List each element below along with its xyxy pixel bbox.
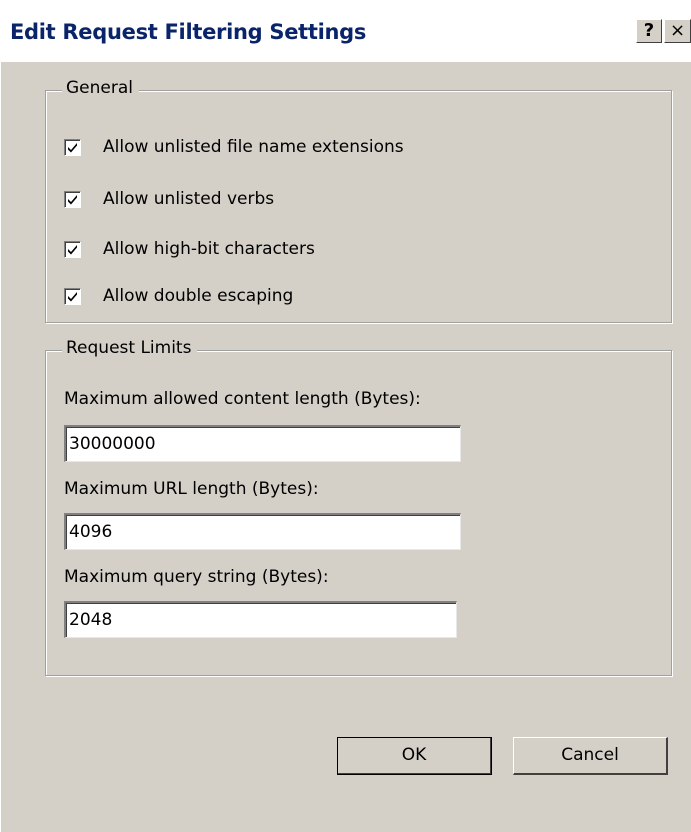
checkmark-icon	[68, 194, 77, 204]
allow-unlisted-extensions-label: Allow unlisted file name extensions	[103, 137, 404, 157]
general-group-legend: General	[62, 78, 139, 98]
checkmark-icon	[68, 244, 77, 254]
checkmark-icon	[68, 142, 77, 152]
max-query-string-label: Maximum query string (Bytes):	[64, 567, 329, 587]
allow-unlisted-verbs-checkbox[interactable]	[64, 190, 81, 208]
close-button[interactable]: ×	[664, 19, 691, 43]
allow-unlisted-verbs-label: Allow unlisted verbs	[103, 189, 275, 209]
general-group: General Allow unlisted file name extensi…	[45, 78, 672, 323]
edit-request-filtering-dialog: Edit Request Filtering Settings ? × Gene…	[0, 0, 691, 832]
title-bar[interactable]: Edit Request Filtering Settings ? ×	[0, 0, 691, 62]
allow-high-bit-characters-option[interactable]: Allow high-bit characters	[64, 237, 315, 261]
cancel-button[interactable]: Cancel	[513, 737, 668, 775]
allow-double-escaping-option[interactable]: Allow double escaping	[64, 284, 293, 308]
dialog-body: General Allow unlisted file name extensi…	[0, 62, 691, 832]
dialog-title: Edit Request Filtering Settings	[10, 20, 367, 44]
allow-double-escaping-label: Allow double escaping	[103, 286, 294, 306]
ok-button[interactable]: OK	[337, 737, 492, 775]
allow-high-bit-characters-label: Allow high-bit characters	[103, 239, 315, 259]
allow-double-escaping-checkbox[interactable]	[64, 287, 81, 305]
checkmark-icon	[68, 291, 77, 301]
max-content-length-input[interactable]	[64, 425, 461, 462]
allow-unlisted-extensions-checkbox[interactable]	[64, 138, 81, 156]
max-url-length-label: Maximum URL length (Bytes):	[64, 479, 319, 499]
request-limits-group-legend: Request Limits	[62, 338, 198, 358]
max-query-string-input[interactable]	[64, 601, 457, 638]
allow-unlisted-verbs-option[interactable]: Allow unlisted verbs	[64, 187, 274, 211]
max-content-length-label: Maximum allowed content length (Bytes):	[64, 389, 421, 409]
max-url-length-input[interactable]	[64, 513, 461, 550]
help-button[interactable]: ?	[636, 19, 662, 43]
request-limits-group: Request Limits Maximum allowed content l…	[45, 338, 672, 676]
allow-unlisted-extensions-option[interactable]: Allow unlisted file name extensions	[64, 135, 404, 159]
allow-high-bit-characters-checkbox[interactable]	[64, 240, 81, 258]
